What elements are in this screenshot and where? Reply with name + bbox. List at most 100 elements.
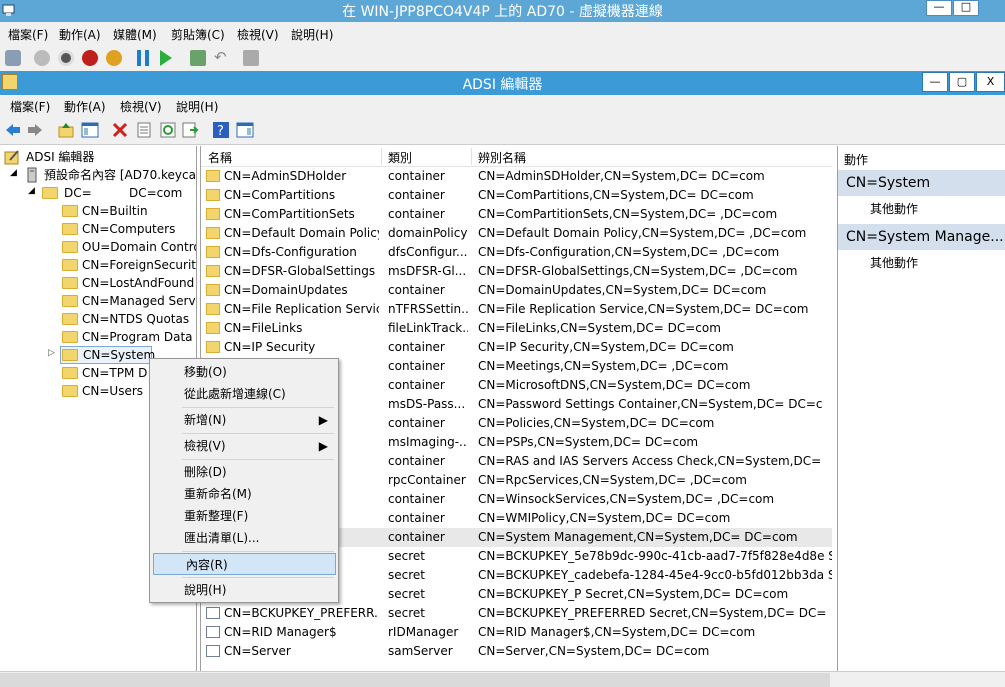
cell-class: secret (388, 568, 425, 582)
horizontal-scrollbar[interactable] (0, 673, 830, 687)
delete-icon[interactable] (111, 121, 129, 139)
menu-item-properties[interactable]: 內容(R) (153, 553, 336, 575)
cell-distinguished-name: CN=PSPs,CN=System,DC= DC=com (478, 435, 699, 449)
table-row[interactable]: CN=RID Manager$ rIDManager CN=RID Manager$… (201, 623, 832, 642)
table-row[interactable]: CN=Server samServer CN=Server,CN=System,DC… (201, 642, 832, 661)
cell-distinguished-name: CN=MicrosoftDNS,CN=System,DC= DC=com (478, 378, 751, 392)
tree-item-system[interactable]: ▷ CN=System (48, 346, 155, 364)
menu-item-export-list[interactable]: 匯出清單(L)... (152, 527, 336, 549)
cell-distinguished-name: CN=Default Domain Policy,CN=System,DC= ,… (478, 226, 807, 240)
vm-menu-view[interactable]: 檢視(V) (237, 26, 279, 43)
menu-item-refresh[interactable]: 重新整理(F) (152, 505, 336, 527)
table-row[interactable]: CN=DomainUpdates container CN=DomainUpdate… (201, 281, 832, 300)
vm-menu-clipboard[interactable]: 剪貼簿(C) (171, 26, 225, 43)
cell-distinguished-name: CN=DomainUpdates,CN=System,DC= DC=com (478, 283, 767, 297)
properties-icon[interactable] (135, 121, 153, 139)
menu-item-move[interactable]: 移動(O) (152, 361, 336, 383)
pause-icon[interactable] (137, 50, 149, 66)
table-row[interactable]: CN=FileLinks fileLinkTrack... CN=FileLinks… (201, 319, 832, 338)
resume-icon[interactable] (160, 50, 172, 66)
show-action-pane-icon[interactable] (236, 121, 254, 139)
menu-item-new[interactable]: 新增(N) ▶ (152, 409, 336, 431)
table-row[interactable]: CN=Dfs-Configuration dfsConfigur... CN=Dfs… (201, 243, 832, 262)
more-actions-link[interactable]: 其他動作 (870, 200, 918, 217)
export-list-icon[interactable] (181, 121, 199, 139)
vm-maximize-button[interactable]: □ (953, 0, 979, 16)
context-menu: 移動(O) 從此處新增連線(C) 新增(N) ▶ 檢視(V) ▶ 刪除(D) 重新命… (149, 358, 339, 603)
table-row[interactable]: CN=Default Domain Policy domainPolicy CN=D… (201, 224, 832, 243)
table-row[interactable]: CN=File Replication Service nTFRSSettin..… (201, 300, 832, 319)
cell-class: container (388, 492, 445, 506)
table-row[interactable]: CN=ComPartitions container CN=ComPartition… (201, 186, 832, 205)
forward-icon[interactable] (26, 121, 44, 139)
actions-pane: 動作 CN=System 其他動作 CN=System Manage... 其他… (837, 146, 1005, 671)
cell-class: secret (388, 587, 425, 601)
adsi-menu-action[interactable]: 動作(A) (64, 98, 106, 115)
vm-menu-help[interactable]: 說明(H) (291, 26, 333, 43)
tree-domain-label-b: DC=com (129, 186, 183, 200)
adsi-menu-file[interactable]: 檔案(F) (10, 98, 50, 115)
start-icon[interactable] (34, 50, 50, 66)
collapse-icon[interactable]: ◢ (10, 168, 17, 178)
column-divider[interactable] (381, 148, 382, 165)
up-level-icon[interactable] (57, 121, 75, 139)
vm-minimize-button[interactable]: — (926, 0, 952, 16)
table-row[interactable]: CN=DFSR-GlobalSettings msDFSR-Gl... CN=DFS… (201, 262, 832, 281)
checkpoint-icon[interactable] (190, 50, 206, 66)
cell-class: container (388, 378, 445, 392)
tree-item-label: CN=NTDS Quotas (82, 312, 190, 326)
more-actions-link[interactable]: 其他動作 (870, 254, 918, 271)
help-icon[interactable]: ? (212, 121, 230, 139)
adsi-minimize-button[interactable]: — (922, 72, 948, 92)
vm-menu-media[interactable]: 媒體(M) (113, 26, 157, 43)
column-name[interactable]: 名稱 (208, 149, 232, 166)
cell-name: CN=Default Domain Policy (224, 226, 379, 240)
menu-item-rename[interactable]: 重新命名(M) (152, 483, 336, 505)
shutdown-icon[interactable] (82, 50, 98, 66)
back-icon[interactable] (4, 121, 22, 139)
vm-toolbar: ↶ (0, 44, 1005, 72)
refresh-icon[interactable] (159, 121, 177, 139)
column-class[interactable]: 類別 (388, 149, 412, 166)
folder-icon (62, 259, 78, 271)
enhanced-session-icon[interactable] (243, 50, 259, 66)
cell-class: msDS-Pass... (388, 397, 466, 411)
table-row[interactable]: CN=BCKUPKEY_PREFERR... secret CN=BCKUPKEY_… (201, 604, 832, 623)
menu-item-new-connection[interactable]: 從此處新增連線(C) (152, 383, 336, 405)
collapse-icon[interactable]: ◢ (28, 186, 35, 196)
vm-menu-file[interactable]: 檔案(F) (8, 26, 48, 43)
show-hide-tree-icon[interactable] (81, 121, 99, 139)
folder-icon (62, 295, 78, 307)
cell-distinguished-name: CN=RpcServices,CN=System,DC= ,DC=com (478, 473, 747, 487)
menu-item-delete[interactable]: 刪除(D) (152, 461, 336, 483)
adsi-restore-button[interactable]: ▢ (949, 72, 975, 92)
vm-menu-action[interactable]: 動作(A) (59, 26, 101, 43)
cell-name: CN=File Replication Service (224, 302, 379, 316)
save-state-icon[interactable] (106, 50, 122, 66)
revert-icon[interactable]: ↶ (214, 50, 230, 66)
tree-naming-context[interactable]: ◢ 預設命名內容 [AD70.keycat (10, 166, 196, 184)
folder-icon (206, 227, 220, 239)
cell-class: container (388, 454, 445, 468)
cell-distinguished-name: CN=Password Settings Container,CN=System… (478, 397, 823, 411)
cell-distinguished-name: CN=WMIPolicy,CN=System,DC= DC=com (478, 511, 731, 525)
action-group-system[interactable]: CN=System (838, 170, 1005, 196)
menu-item-view[interactable]: 檢視(V) ▶ (152, 435, 336, 457)
table-row[interactable]: CN=IP Security container CN=IP Security,CN… (201, 338, 832, 357)
table-row[interactable]: CN=AdminSDHolder container CN=AdminSDHolde… (201, 167, 832, 186)
vm-menu-bar: 檔案(F) 動作(A) 媒體(M) 剪貼簿(C) 檢視(V) 說明(H) (0, 22, 1005, 44)
cell-distinguished-name: CN=RAS and IAS Servers Access Check,CN=S… (478, 454, 822, 468)
table-row[interactable]: CN=ComPartitionSets container CN=ComPartit… (201, 205, 832, 224)
ctrl-alt-del-icon[interactable] (5, 50, 21, 66)
turn-off-icon[interactable] (58, 50, 74, 66)
column-distinguished-name[interactable]: 辨別名稱 (478, 149, 526, 166)
adsi-menu-help[interactable]: 說明(H) (176, 98, 218, 115)
object-icon (206, 607, 220, 619)
tree-item-label: CN=Managed Serv (82, 294, 196, 308)
adsi-menu-view[interactable]: 檢視(V) (120, 98, 162, 115)
column-divider[interactable] (471, 148, 472, 165)
adsi-close-button[interactable]: X (976, 72, 1005, 92)
expand-icon[interactable]: ▷ (48, 348, 55, 358)
action-group-system-management[interactable]: CN=System Manage... (838, 224, 1005, 250)
menu-item-help[interactable]: 說明(H) (152, 579, 336, 601)
